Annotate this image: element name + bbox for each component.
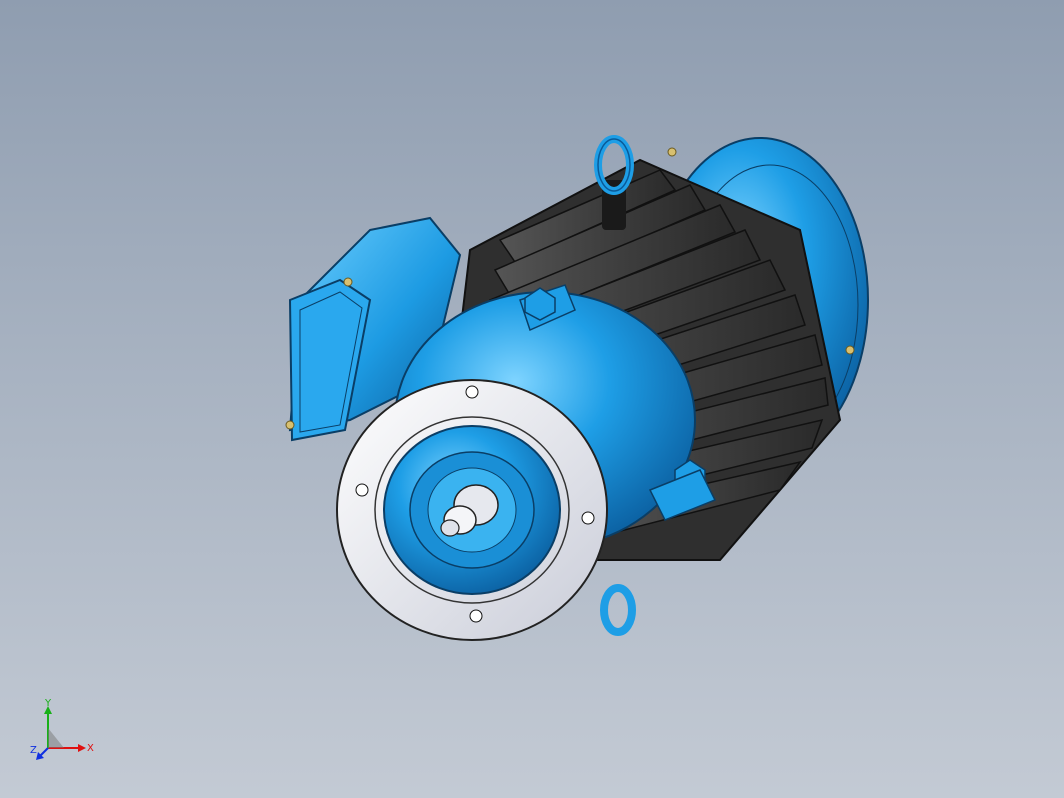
graphics-viewport[interactable]: X Y Z: [0, 0, 1064, 798]
y-label: Y: [44, 698, 52, 709]
grease-nipple: [845, 345, 855, 355]
axis-triad: X Y Z: [30, 698, 94, 760]
lifting-eye-bottom: [600, 584, 636, 636]
triad-plane: [48, 728, 64, 748]
z-axis-arrow: [39, 747, 49, 757]
lifting-eye-top: [594, 135, 634, 230]
motor-model[interactable]: [0, 0, 1064, 798]
grease-nipple: [667, 147, 677, 157]
x-axis-head: [78, 744, 86, 752]
z-label: Z: [30, 745, 37, 756]
x-label: X: [87, 743, 94, 754]
